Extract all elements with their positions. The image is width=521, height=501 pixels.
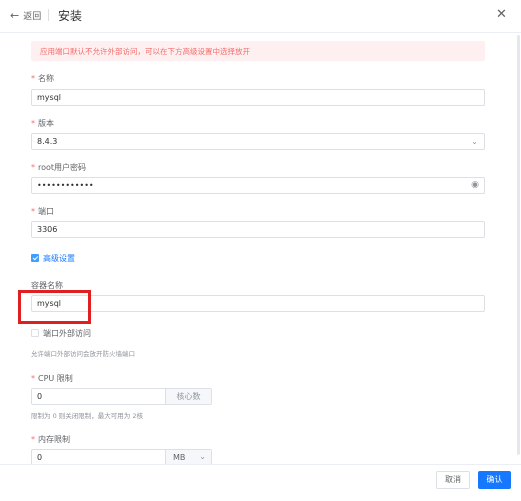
- header-divider: [48, 9, 49, 21]
- required-mark: *: [31, 163, 35, 172]
- name-label: * 名称: [31, 74, 54, 83]
- password-input[interactable]: •••••••••••• ◉: [31, 177, 485, 194]
- required-mark: *: [31, 435, 35, 444]
- advanced-settings-label[interactable]: 高级设置: [43, 253, 75, 264]
- port-input[interactable]: 3306: [31, 221, 485, 238]
- warning-alert: 应用端口默认不允许外部访问，可以在下方高级设置中选择放开: [31, 41, 485, 61]
- required-mark: *: [31, 374, 35, 383]
- arrow-left-icon: ←: [10, 8, 20, 22]
- alert-text: 应用端口默认不允许外部访问，可以在下方高级设置中选择放开: [40, 47, 250, 56]
- cpu-unit-addon: 核心数: [165, 389, 211, 404]
- port-external-hint: 允许端口外部访问会放开防火墙端口: [31, 350, 135, 358]
- required-mark: *: [31, 119, 35, 128]
- advanced-settings-checkbox[interactable]: [31, 254, 39, 262]
- required-mark: *: [31, 74, 35, 83]
- close-icon[interactable]: ✕: [496, 7, 507, 22]
- port-label: * 端口: [31, 207, 54, 216]
- password-label: * root用户密码: [31, 163, 87, 172]
- scrollbar[interactable]: [517, 35, 520, 455]
- cpu-limit-label: * CPU 限制: [31, 374, 73, 383]
- version-label: * 版本: [31, 119, 54, 128]
- eye-icon[interactable]: ◉: [471, 180, 479, 190]
- chevron-down-icon: ⌄: [199, 452, 206, 461]
- version-select[interactable]: 8.4.3 ⌄: [31, 133, 485, 150]
- port-external-checkbox[interactable]: [31, 329, 39, 337]
- cpu-limit-hint: 限制为 0 则关闭限制，最大可用为 2核: [31, 412, 143, 420]
- cpu-limit-input[interactable]: 0 核心数: [31, 388, 212, 405]
- chevron-down-icon: ⌄: [471, 137, 478, 146]
- container-name-input[interactable]: mysql: [31, 295, 485, 312]
- port-external-label[interactable]: 端口外部访问: [43, 328, 91, 339]
- name-input[interactable]: mysql: [31, 89, 485, 106]
- confirm-button[interactable]: 确认: [478, 471, 511, 489]
- back-button[interactable]: ← 返回: [10, 8, 42, 23]
- drawer-header: ← 返回 安装 ✕: [0, 0, 521, 33]
- page-title: 安装: [58, 9, 83, 23]
- highlight-box: [18, 290, 91, 324]
- cancel-button[interactable]: 取消: [436, 471, 470, 489]
- back-label: 返回: [23, 12, 42, 22]
- required-mark: *: [31, 207, 35, 216]
- memory-unit-select[interactable]: MB ⌄: [165, 450, 211, 465]
- memory-limit-label: * 内存限制: [31, 435, 70, 444]
